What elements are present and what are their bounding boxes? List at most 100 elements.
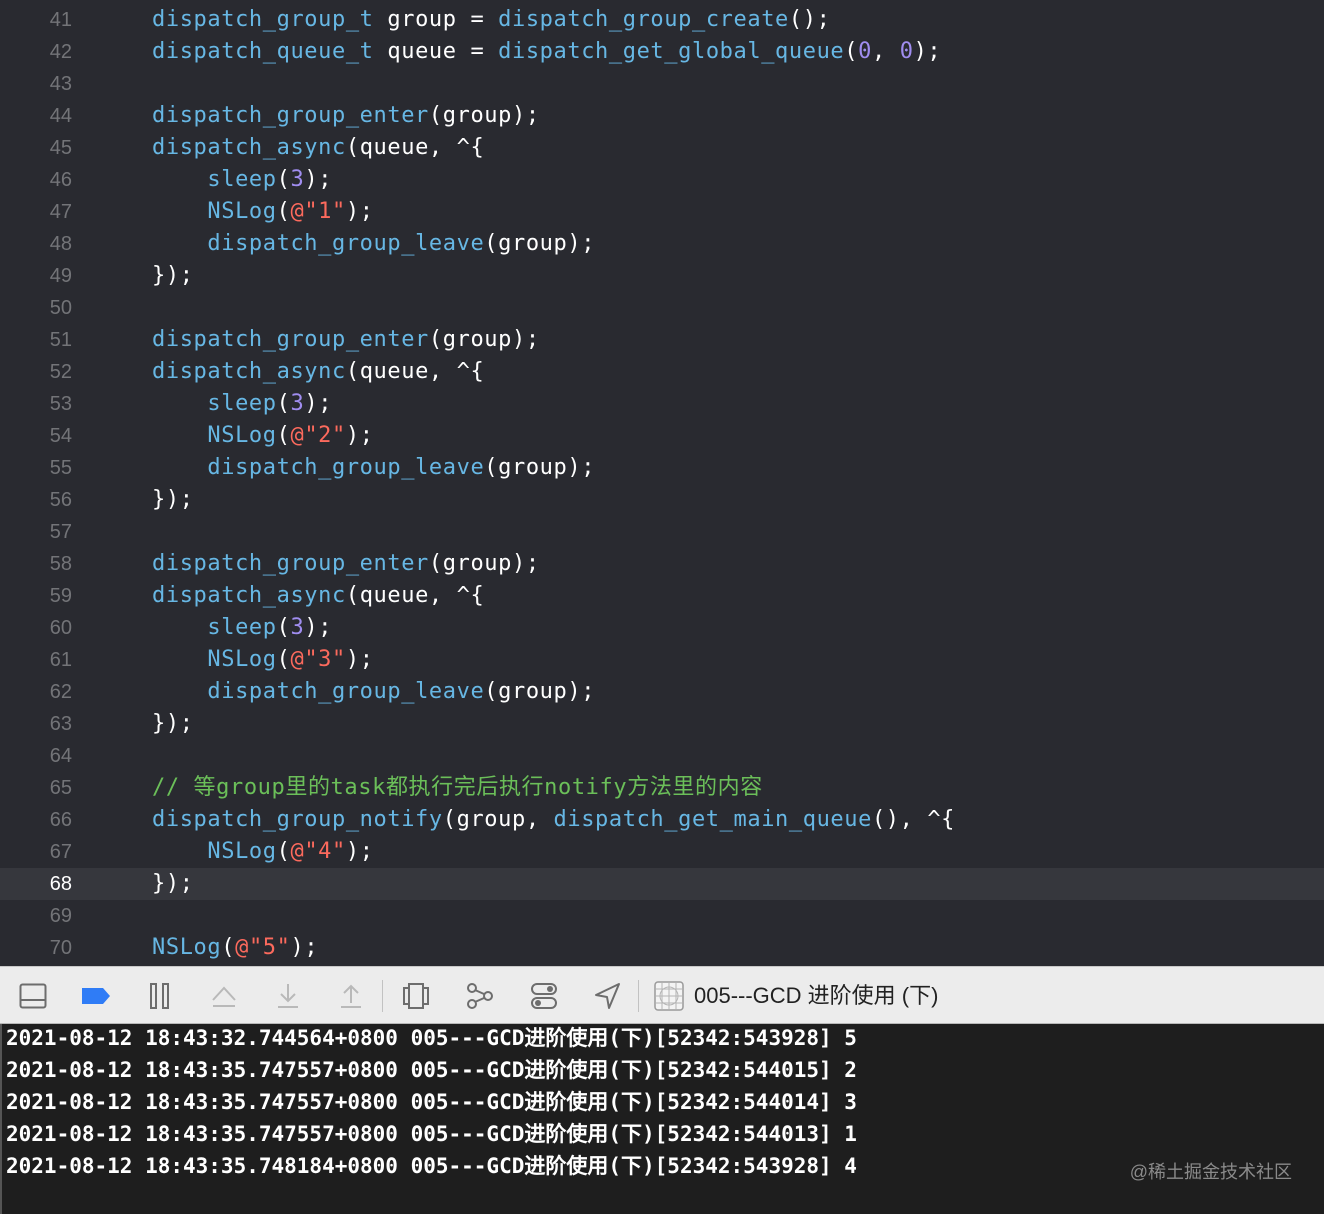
code-line[interactable]: 60 sleep(3); — [0, 612, 1324, 644]
code-token: 3 — [290, 167, 305, 192]
line-number[interactable]: 65 — [0, 772, 72, 804]
line-number[interactable]: 49 — [0, 260, 72, 292]
code-line[interactable]: 57 — [0, 516, 1324, 548]
code-text: dispatch_group_enter(group); — [152, 548, 540, 580]
line-number[interactable]: 66 — [0, 804, 72, 836]
line-number[interactable]: 52 — [0, 356, 72, 388]
line-number[interactable]: 64 — [0, 740, 72, 772]
code-line[interactable]: 69 — [0, 900, 1324, 932]
code-line[interactable]: 56}); — [0, 484, 1324, 516]
app-target-icon[interactable] — [654, 981, 684, 1011]
code-token: dispatch_group_leave — [207, 679, 485, 704]
code-line[interactable]: 52 dispatch_async(queue, ^{ — [0, 356, 1324, 388]
line-number[interactable]: 62 — [0, 676, 72, 708]
line-number[interactable]: 47 — [0, 196, 72, 228]
code-line[interactable]: 47 NSLog(@"1"); — [0, 196, 1324, 228]
line-number[interactable]: 55 — [0, 452, 72, 484]
simulate-location-icon[interactable] — [593, 981, 623, 1011]
code-line[interactable]: 68}); — [0, 868, 1324, 900]
step-out-icon[interactable] — [336, 981, 366, 1011]
line-number[interactable]: 46 — [0, 164, 72, 196]
code-line[interactable]: 70 NSLog(@"5"); — [0, 932, 1324, 964]
line-number[interactable]: 68 — [0, 868, 72, 900]
code-line[interactable]: 55 dispatch_group_leave(group); — [0, 452, 1324, 484]
code-line[interactable]: 50 — [0, 292, 1324, 324]
code-editor[interactable]: 41 dispatch_group_t group = dispatch_grou… — [0, 0, 1324, 966]
code-text: dispatch_group_notify(group, dispatch_ge… — [152, 804, 955, 836]
line-number[interactable]: 69 — [0, 900, 72, 932]
code-line[interactable]: 62 dispatch_group_leave(group); — [0, 676, 1324, 708]
code-token: dispatch_group_enter — [152, 327, 429, 352]
code-line[interactable]: 51 dispatch_group_enter(group); — [0, 324, 1324, 356]
code-text: NSLog(@"2"); — [152, 420, 374, 452]
code-line[interactable]: 53 sleep(3); — [0, 388, 1324, 420]
console-output[interactable]: 2021-08-12 18:43:32.744564+0800 005---GC… — [0, 1024, 1324, 1214]
code-token: @"2" — [290, 423, 346, 448]
code-line[interactable]: 45 dispatch_async(queue, ^{ — [0, 132, 1324, 164]
code-token: (group); — [428, 551, 540, 576]
code-line[interactable]: 43 — [0, 68, 1324, 100]
line-number[interactable]: 59 — [0, 580, 72, 612]
step-over-icon[interactable] — [209, 981, 239, 1011]
line-number[interactable]: 51 — [0, 324, 72, 356]
pause-icon[interactable] — [145, 981, 175, 1011]
code-line[interactable]: 41 dispatch_group_t group = dispatch_grou… — [0, 4, 1324, 36]
code-line[interactable]: 64 — [0, 740, 1324, 772]
line-number[interactable]: 41 — [0, 4, 72, 36]
code-text: NSLog(@"5"); — [152, 932, 318, 964]
view-hierarchy-icon[interactable] — [401, 981, 431, 1011]
code-line[interactable]: 54 NSLog(@"2"); — [0, 420, 1324, 452]
code-line[interactable]: 59 dispatch_async(queue, ^{ — [0, 580, 1324, 612]
code-text: dispatch_async(queue, ^{ — [152, 356, 484, 388]
code-line[interactable]: 58 dispatch_group_enter(group); — [0, 548, 1324, 580]
code-text: dispatch_group_leave(group); — [152, 228, 595, 260]
code-line[interactable]: 61 NSLog(@"3"); — [0, 644, 1324, 676]
code-line[interactable]: 67 NSLog(@"4"); — [0, 836, 1324, 868]
code-token: ( — [276, 647, 291, 672]
code-line[interactable]: 42 dispatch_queue_t queue = dispatch_get_… — [0, 36, 1324, 68]
code-token: dispatch_group_t — [152, 7, 374, 32]
code-line[interactable]: 49}); — [0, 260, 1324, 292]
code-line[interactable]: 46 sleep(3); — [0, 164, 1324, 196]
code-token: ( — [276, 391, 291, 416]
line-number[interactable]: 61 — [0, 644, 72, 676]
code-text: sleep(3); — [152, 164, 332, 196]
line-number[interactable]: 48 — [0, 228, 72, 260]
target-name[interactable]: 005---GCD 进阶使用 (下) — [694, 981, 938, 1011]
line-number[interactable]: 50 — [0, 292, 72, 324]
memory-graph-icon[interactable] — [465, 981, 495, 1011]
line-number[interactable]: 56 — [0, 484, 72, 516]
code-token: (group, — [442, 807, 554, 832]
code-token: (group); — [428, 103, 540, 128]
code-line[interactable]: 65 // 等group里的task都执行完后执行notify方法里的内容 — [0, 772, 1324, 804]
step-into-icon[interactable] — [273, 981, 303, 1011]
environment-overrides-icon[interactable] — [529, 981, 559, 1011]
code-line[interactable]: 66 dispatch_group_notify(group, dispatch_… — [0, 804, 1324, 836]
code-line[interactable]: 63}); — [0, 708, 1324, 740]
line-number[interactable]: 58 — [0, 548, 72, 580]
line-number[interactable]: 67 — [0, 836, 72, 868]
code-line[interactable]: 48 dispatch_group_leave(group); — [0, 228, 1324, 260]
hide-debug-area-icon[interactable] — [18, 981, 48, 1011]
line-number[interactable]: 63 — [0, 708, 72, 740]
code-token: // 等group里的task都执行完后执行notify方法里的内容 — [152, 775, 763, 800]
line-number[interactable]: 43 — [0, 68, 72, 100]
line-number[interactable]: 57 — [0, 516, 72, 548]
code-token: (queue, ^{ — [345, 359, 485, 384]
code-token: (group); — [484, 455, 596, 480]
line-number[interactable]: 60 — [0, 612, 72, 644]
code-line[interactable]: 44 dispatch_group_enter(group); — [0, 100, 1324, 132]
line-number[interactable]: 42 — [0, 36, 72, 68]
console-log-line: 2021-08-12 18:43:32.744564+0800 005---GC… — [6, 1026, 857, 1050]
code-token: ( — [276, 615, 291, 640]
code-text: }); — [152, 708, 194, 740]
line-number[interactable]: 44 — [0, 100, 72, 132]
breakpoints-toggle-icon[interactable] — [79, 981, 113, 1011]
line-number[interactable]: 53 — [0, 388, 72, 420]
code-token: NSLog — [207, 423, 277, 448]
line-number[interactable]: 45 — [0, 132, 72, 164]
line-number[interactable]: 54 — [0, 420, 72, 452]
code-token: @"1" — [290, 199, 346, 224]
line-number[interactable]: 70 — [0, 932, 72, 964]
